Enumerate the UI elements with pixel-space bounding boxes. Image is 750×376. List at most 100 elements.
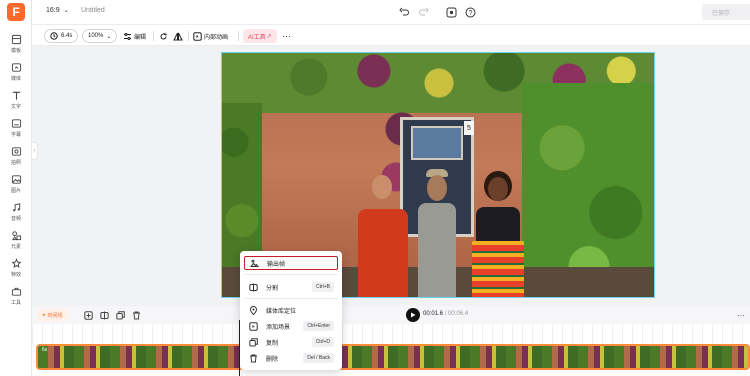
aspect-ratio-select[interactable]: 16:9 ⌄ <box>46 7 69 14</box>
locate-icon <box>249 305 258 315</box>
add-clip-icon[interactable] <box>82 309 94 321</box>
person-dress <box>358 209 408 297</box>
edit-label: 编辑 <box>134 34 147 41</box>
image-icon <box>11 175 21 184</box>
svg-text:?: ? <box>468 10 472 17</box>
duration-control[interactable]: 6.4s <box>44 29 79 43</box>
sidebar-item-label: 模板 <box>10 48 21 54</box>
photo-person-right <box>462 171 534 297</box>
topbar: 16:9 ⌄ Untitled ? 已保存 <box>32 0 750 24</box>
ai-tools-button[interactable]: AI工具 ↗ <box>243 29 277 43</box>
sidebar-item-elements[interactable]: 元素 <box>0 230 32 256</box>
menu-item-label: 分割 <box>266 285 279 292</box>
sidebar-item-template[interactable]: 模板 <box>0 34 32 60</box>
sidebar-item-label: 工具 <box>10 300 21 306</box>
sidebar-item-subtitle[interactable]: 字幕 <box>0 118 32 144</box>
video-clip-strip[interactable]: 6s <box>36 344 750 370</box>
playback-time: 00:01.6 / 00:06.4 <box>423 311 468 317</box>
person-head <box>372 175 392 199</box>
sidebar-item-label: 拍照 <box>10 160 21 166</box>
menu-item-locate-in-library[interactable]: 媒体库定位 <box>244 303 338 317</box>
toolbar-divider <box>238 31 239 41</box>
sidebar-item-label: 特效 <box>10 272 21 278</box>
photo-door-window <box>411 126 463 160</box>
save-status-button[interactable]: 已保存 <box>702 4 750 20</box>
subtitle-icon <box>11 119 21 128</box>
total-time: / 00:06.4 <box>444 311 469 317</box>
play-button[interactable] <box>406 308 420 322</box>
toolbar-divider <box>188 31 189 41</box>
document-title[interactable]: Untitled <box>81 7 105 14</box>
clip-duration-label: 6s <box>42 347 48 353</box>
timeline-ruler[interactable] <box>32 324 750 344</box>
person-top <box>476 207 520 243</box>
timeline-toggle-button[interactable]: ▸ 时间线 <box>38 309 68 321</box>
sidebar-item-label: 图片 <box>10 188 21 194</box>
menu-item-label: 媒体库定位 <box>266 308 297 315</box>
effects-icon <box>11 258 21 268</box>
preview-icon[interactable] <box>445 6 457 18</box>
split-tool-icon[interactable] <box>98 309 110 321</box>
sidebar-item-camera[interactable]: 拍照 <box>0 146 32 172</box>
menu-item-label: 删除 <box>266 356 279 363</box>
template-icon <box>11 34 21 45</box>
menu-item-split[interactable]: 分割 Ctrl+B <box>244 280 338 294</box>
rotate-icon[interactable] <box>159 29 170 43</box>
chevron-down-icon: ⌄ <box>63 8 69 14</box>
text-icon <box>12 91 20 100</box>
help-icon[interactable]: ? <box>464 6 476 18</box>
menu-item-label: 输出帧 <box>267 261 286 268</box>
zoom-value: 100% <box>88 33 104 39</box>
menu-divider <box>244 298 338 299</box>
menu-item-label: 添加场景 <box>266 324 291 331</box>
menu-divider <box>244 274 338 275</box>
export-frame-icon <box>250 259 259 267</box>
inner-animation-button[interactable]: 内部动画 <box>193 29 228 43</box>
duration-value: 6.4s <box>61 33 73 39</box>
sidebar-item-audio[interactable]: 音频 <box>0 202 32 228</box>
shortcut-badge: Ctrl+Enter <box>303 321 334 331</box>
person-head <box>427 175 447 201</box>
add-scene-icon <box>249 321 258 331</box>
menu-item-add-scene[interactable]: 添加场景 Ctrl+Enter <box>244 319 338 333</box>
timeline-label: 时间线 <box>47 312 63 319</box>
ai-tools-label: AI工具 <box>248 34 266 41</box>
sidebar-item-effects[interactable]: 特效 <box>0 258 32 284</box>
sidebar-item-text[interactable]: 文字 <box>0 90 32 116</box>
sidebar-item-label: 文字 <box>10 104 21 110</box>
shortcut-badge: Del / Back <box>303 353 334 363</box>
delete-tool-icon[interactable] <box>130 309 142 321</box>
current-time: 00:01.6 <box>423 311 444 317</box>
play-icon <box>411 312 416 318</box>
photo-person-middle <box>412 169 462 297</box>
menu-item-copy[interactable]: 复制 Ctrl+D <box>244 335 338 349</box>
split-icon <box>249 283 258 291</box>
sidebar-item-image[interactable]: 图片 <box>0 174 32 200</box>
tools-icon <box>11 287 21 296</box>
menu-item-delete[interactable]: 删除 Del / Back <box>244 351 338 365</box>
menu-item-export-frame[interactable]: 输出帧 <box>244 256 338 270</box>
sidebar-collapse-handle[interactable]: › <box>32 142 38 160</box>
app-logo[interactable]: F <box>7 3 25 21</box>
sidebar-item-label: 媒体 <box>10 76 21 82</box>
person-skirt <box>472 241 524 297</box>
zoom-select[interactable]: 100% ⌄ <box>82 29 118 43</box>
canvas-toolbar: 6.4s 100% ⌄ 编辑 内部动画 AI工具 ↗ ··· <box>32 24 750 46</box>
sidebar-item-media[interactable]: 媒体 <box>0 62 32 88</box>
more-options-icon[interactable]: ··· <box>282 29 291 43</box>
clock-icon <box>50 32 58 40</box>
camera-icon <box>11 147 21 156</box>
edit-button[interactable]: 编辑 <box>123 29 146 43</box>
timeline-more-icon[interactable]: ··· <box>735 309 747 321</box>
photo-ivy-right <box>522 83 654 297</box>
media-icon <box>11 63 21 72</box>
redo-icon[interactable] <box>418 6 430 18</box>
person-head <box>488 177 508 201</box>
copy-icon <box>249 337 258 346</box>
undo-icon[interactable] <box>398 6 410 18</box>
sidebar-item-tools[interactable]: 工具 <box>0 286 32 312</box>
flip-icon[interactable] <box>173 29 185 43</box>
duplicate-tool-icon[interactable] <box>114 309 126 321</box>
sidebar-item-label: 字幕 <box>10 132 21 138</box>
sidebar-item-label: 音频 <box>10 216 21 222</box>
